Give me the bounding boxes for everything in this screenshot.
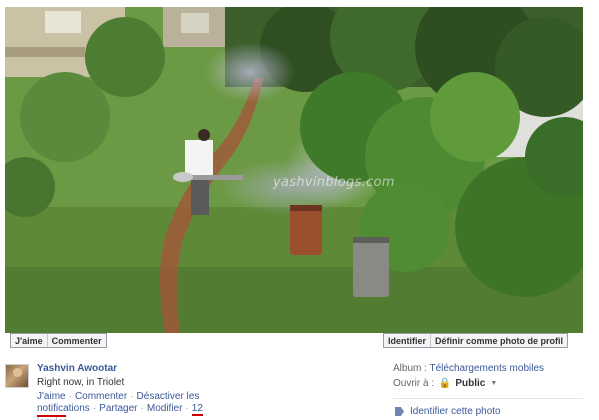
photo-watermark: yashvinblogs.com: [273, 175, 395, 190]
photo-image: [5, 7, 583, 333]
like-button[interactable]: J'aime: [11, 334, 47, 347]
edit-link[interactable]: Modifier: [147, 403, 183, 414]
photo-owner-buttons: Identifier Définir comme photo de profil: [383, 333, 569, 348]
photo-social-buttons: J'aime Commenter: [10, 333, 107, 348]
tag-icon: [395, 407, 404, 416]
share-link[interactable]: Partager: [99, 403, 137, 414]
chevron-down-icon: ▼: [490, 380, 498, 387]
separator: ·: [185, 403, 189, 414]
post-location: Right now, in Triolet: [37, 377, 125, 388]
separator: ·: [140, 403, 144, 414]
tag-photo-row[interactable]: Identifier cette photo: [395, 406, 501, 417]
separator: ·: [68, 391, 72, 402]
post-actions: J'aime · Commenter · Désactiver les notifica…: [37, 391, 357, 420]
audience-selector[interactable]: 🔒 Public ▼: [437, 378, 497, 389]
separator: ·: [130, 391, 134, 402]
author-name[interactable]: Yashvin Awootar: [37, 363, 117, 374]
photo-viewer[interactable]: yashvinblogs.com: [5, 7, 583, 333]
comment-link[interactable]: Commenter: [75, 391, 127, 402]
tag-photo-link[interactable]: Identifier cette photo: [410, 406, 501, 417]
date-month-link[interactable]: janvier: [37, 415, 67, 420]
tag-button[interactable]: Identifier: [384, 334, 430, 347]
like-link[interactable]: J'aime: [37, 391, 66, 402]
album-label: Album :: [393, 363, 427, 374]
audience-value: Public: [455, 378, 486, 389]
comment-button[interactable]: Commenter: [46, 334, 106, 347]
divider: [393, 398, 583, 399]
lock-icon: 🔒: [438, 378, 452, 389]
make-profile-picture-button[interactable]: Définir comme photo de profil: [430, 334, 567, 347]
album-row: Album : Téléchargements mobiles: [393, 363, 544, 374]
audience-row: Ouvrir à : 🔒 Public ▼: [393, 378, 497, 389]
album-link[interactable]: Téléchargements mobiles: [430, 363, 545, 374]
avatar[interactable]: [5, 364, 29, 388]
date-day-link[interactable]: 12: [191, 403, 203, 416]
separator: ·: [92, 403, 97, 414]
open-to-label: Ouvrir à :: [393, 378, 435, 389]
